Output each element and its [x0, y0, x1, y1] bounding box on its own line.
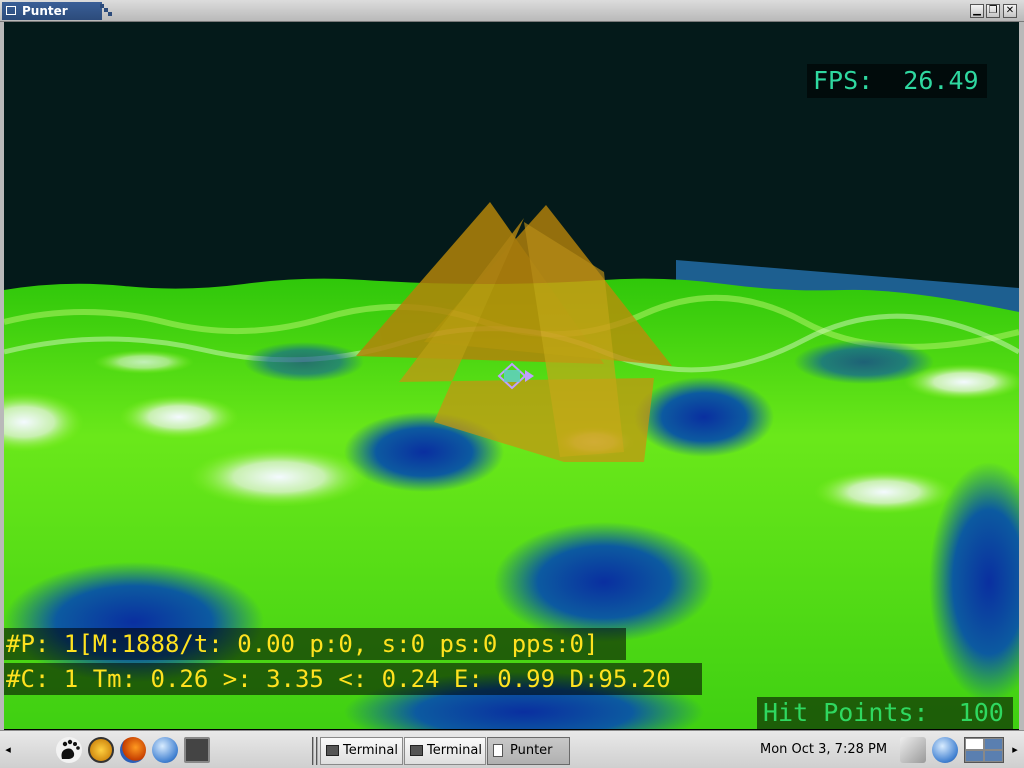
window-titlebar[interactable]: Punter ▁ ❐ ✕: [0, 0, 1024, 22]
task-punter[interactable]: Punter: [487, 737, 570, 765]
terminal-icon: [326, 745, 339, 756]
terrain-scene: [4, 22, 1019, 729]
workspace-1[interactable]: [965, 738, 984, 750]
terminal-icon: [410, 745, 423, 756]
clock[interactable]: Mon Oct 3, 7:28 PM: [760, 737, 900, 763]
taskbar: ◂ Terminal Terminal Punter Mon Oct 3, 7:…: [0, 730, 1024, 768]
taskbar-hide-left-button[interactable]: ◂: [2, 735, 14, 765]
window-title: Punter: [22, 4, 68, 18]
workspace-3[interactable]: [965, 750, 984, 762]
stats-line-players: #P: 1[M:1888/t: 0.00 p:0, s:0 ps:0 pps:0…: [4, 628, 626, 660]
window-menu-icon[interactable]: [6, 6, 16, 15]
fps-counter: FPS: 26.49: [807, 64, 987, 98]
mail-icon[interactable]: [88, 737, 114, 763]
close-button[interactable]: ✕: [1003, 4, 1017, 18]
task-label: Terminal: [427, 743, 482, 758]
firefox-icon[interactable]: [120, 737, 146, 763]
taskbar-hide-right-button[interactable]: ▸: [1009, 735, 1021, 765]
workspace-4[interactable]: [984, 750, 1003, 762]
minimize-button[interactable]: ▁: [970, 4, 984, 18]
task-terminal-1[interactable]: Terminal: [320, 737, 403, 765]
title-decoration: [100, 4, 112, 18]
workspace-switcher[interactable]: [964, 737, 1004, 763]
terminal-launcher-icon[interactable]: [184, 737, 210, 763]
task-label: Terminal: [343, 743, 398, 758]
task-terminal-2[interactable]: Terminal: [404, 737, 486, 765]
clipboard-icon[interactable]: [900, 737, 926, 763]
stats-line-camera: #C: 1 Tm: 0.26 >: 3.35 <: 0.24 E: 0.99 D…: [4, 663, 702, 695]
window-border-right[interactable]: [1019, 22, 1024, 730]
globe-icon[interactable]: [152, 737, 178, 763]
gnome-foot-icon[interactable]: [56, 737, 82, 763]
workspace-2[interactable]: [984, 738, 1003, 750]
tasklist-handle[interactable]: [312, 737, 318, 765]
window-title-tab[interactable]: Punter: [2, 2, 102, 20]
task-label: Punter: [510, 743, 553, 758]
window-icon: [493, 744, 503, 757]
hit-points: Hit Points: 100: [757, 697, 1013, 729]
maximize-button[interactable]: ❐: [986, 4, 1000, 18]
game-viewport[interactable]: FPS: 26.49 #P: 1[M:1888/t: 0.00 p:0, s:0…: [4, 22, 1019, 729]
network-icon[interactable]: [932, 737, 958, 763]
